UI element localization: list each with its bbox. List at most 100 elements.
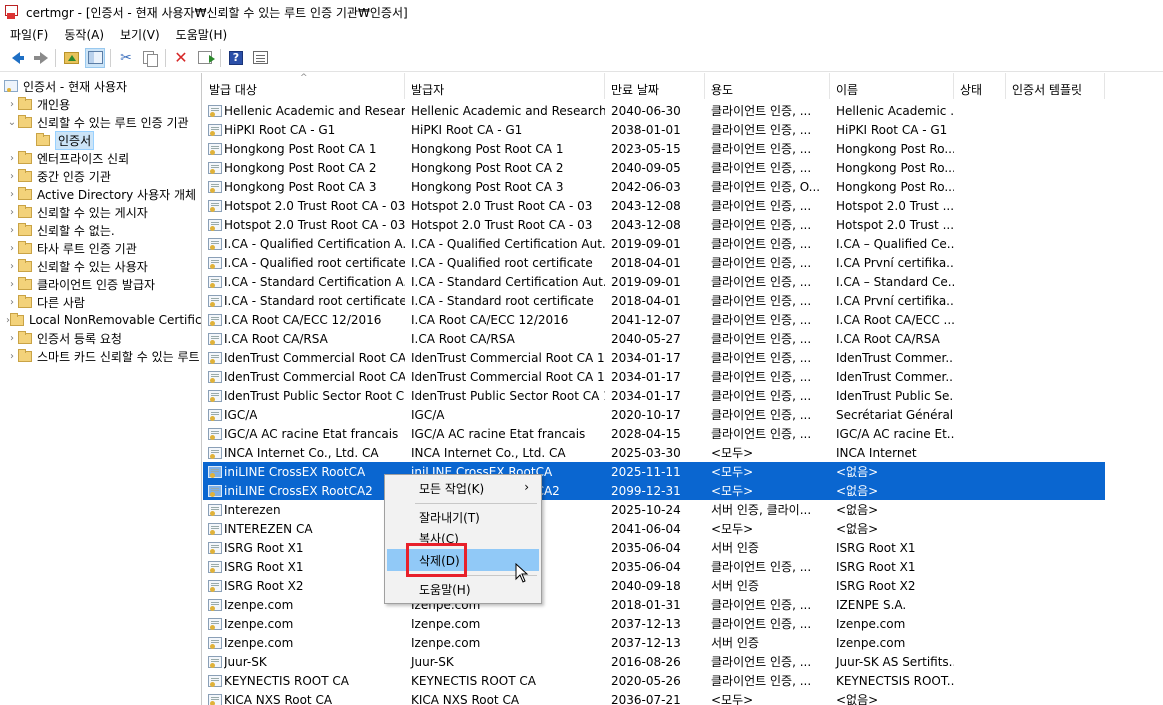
- chevron-right-icon[interactable]: ›: [6, 351, 18, 362]
- title-bar: certmgr - [인증서 - 현재 사용자₩신뢰할 수 있는 루트 인증 기…: [0, 0, 1163, 24]
- table-row[interactable]: InterezenInterezen2025-10-24서버 인증, 클라이..…: [203, 500, 1105, 519]
- folder-icon: [10, 312, 24, 326]
- column-template[interactable]: 인증서 템플릿: [1006, 73, 1105, 99]
- chevron-right-icon[interactable]: ›: [6, 261, 18, 272]
- menu-item-cut[interactable]: 잘라내기(T): [387, 506, 539, 528]
- cell-expiration: 2020-10-17: [611, 407, 681, 422]
- table-row[interactable]: Juur-SK Juur-SK 2016-08-26 클라이언트 인증, ... Juu…: [203, 652, 1105, 671]
- column-status[interactable]: 상태: [954, 73, 1006, 99]
- cell-purposes: <모두>: [711, 693, 754, 705]
- table-row[interactable]: Hotspot 2.0 Trust Root CA - 03 Hotspot 2.…: [203, 215, 1105, 234]
- column-expiration[interactable]: 만료 날짜: [605, 73, 705, 99]
- table-row[interactable]: I.CA Root CA/RSA I.CA Root CA/RSA 2040-05-…: [203, 329, 1105, 348]
- table-row[interactable]: Izenpe.com Izenpe.com 2037-12-13 서버 인증 Izenp…: [203, 633, 1105, 652]
- table-row[interactable]: Izenpe.com Izenpe.com 2018-01-31 클라이언트 인증, …: [203, 595, 1105, 614]
- column-friendly-name[interactable]: 이름: [830, 73, 954, 99]
- tree-item-intermediate[interactable]: › 중간 인증 기관: [6, 167, 201, 185]
- certificate-icon: [208, 427, 222, 440]
- console-tree[interactable]: 인증서 - 현재 사용자 › 개인용 ⌄ 신뢰할 수 있는 루트 인증 기관 인…: [0, 73, 202, 705]
- tree-item-certificates[interactable]: 인증서: [30, 130, 201, 150]
- table-row[interactable]: iniLINE CrossEX RootCA iniLINE CrossEX Ro…: [203, 462, 1105, 481]
- chevron-right-icon[interactable]: ›: [6, 171, 18, 182]
- menu-view[interactable]: 보기(V): [112, 26, 168, 43]
- forward-button[interactable]: [30, 48, 50, 68]
- delete-icon: ✕: [174, 47, 188, 67]
- delete-button[interactable]: ✕: [171, 48, 191, 68]
- table-row[interactable]: I.CA Root CA/ECC 12/2016 I.CA Root CA/ECC…: [203, 310, 1105, 329]
- table-row[interactable]: iniLINE CrossEX RootCA2iniLINE CrossEX R…: [203, 481, 1105, 500]
- table-row[interactable]: Hotspot 2.0 Trust Root CA - 03 Hotspot 2.…: [203, 196, 1105, 215]
- properties-button[interactable]: [250, 48, 270, 68]
- submenu-arrow-icon: ›: [524, 480, 529, 494]
- table-row[interactable]: ISRG Root X1ISRG Root X12035-06-04서버 인증I…: [203, 538, 1105, 557]
- chevron-right-icon[interactable]: ›: [6, 189, 18, 200]
- table-row[interactable]: IdenTrust Public Sector Root C... IdenTru…: [203, 386, 1105, 405]
- column-purposes[interactable]: 용도: [705, 73, 830, 99]
- table-row[interactable]: IGC/A IGC/A 2020-10-17 클라이언트 인증, ... Secréta…: [203, 405, 1105, 424]
- cell-issued-by: INCA Internet Co., Ltd. CA: [411, 445, 566, 460]
- table-row[interactable]: ISRG Root X1 ISRG Root X1 2035-06-04 클라이언트 …: [203, 557, 1105, 576]
- menu-item-all-tasks[interactable]: 모든 작업(K) ›: [387, 477, 539, 499]
- table-row[interactable]: Hellenic Academic and Research... Helleni…: [203, 101, 1105, 120]
- chevron-down-icon[interactable]: ⌄: [6, 117, 18, 128]
- menu-file[interactable]: 파일(F): [0, 26, 56, 43]
- table-row[interactable]: Hongkong Post Root CA 2 Hongkong Post Roo…: [203, 158, 1105, 177]
- cell-purposes: 클라이언트 인증, ...: [711, 655, 812, 669]
- copy-button[interactable]: [140, 48, 160, 68]
- tree-item-trusted-people[interactable]: › 신뢰할 수 있는 사용자: [6, 257, 201, 275]
- tree-item-trusted-publishers[interactable]: › 신뢰할 수 있는 게시자: [6, 203, 201, 221]
- table-row[interactable]: I.CA - Qualified root certificate I.CA - …: [203, 253, 1105, 272]
- up-one-level-button[interactable]: [61, 48, 81, 68]
- tree-item-client-auth-issuers[interactable]: › 클라이언트 인증 발급자: [6, 275, 201, 293]
- tree-item-trusted-root[interactable]: ⌄ 신뢰할 수 있는 루트 인증 기관: [6, 113, 201, 131]
- table-row[interactable]: IGC/A AC racine Etat francais IGC/A AC ra…: [203, 424, 1105, 443]
- table-row[interactable]: KEYNECTIS ROOT CA KEYNECTIS ROOT CA 2020-0…: [203, 671, 1105, 690]
- show-hide-tree-button[interactable]: [85, 47, 105, 68]
- chevron-right-icon[interactable]: ›: [6, 297, 18, 308]
- cell-issued-by: Izenpe.com: [411, 635, 481, 650]
- export-list-button[interactable]: [195, 48, 215, 68]
- menu-item-copy[interactable]: 복사(C): [387, 527, 539, 549]
- cell-issued-to: iniLINE CrossEX RootCA: [203, 465, 405, 479]
- table-row[interactable]: Hongkong Post Root CA 1 Hongkong Post Roo…: [203, 139, 1105, 158]
- column-issued-to[interactable]: ^ 발급 대상: [203, 73, 405, 99]
- chevron-right-icon[interactable]: ›: [6, 243, 18, 254]
- table-row[interactable]: I.CA - Standard Certification A... I.CA -…: [203, 272, 1105, 291]
- tree-item-other-people[interactable]: › 다른 사람: [6, 293, 201, 311]
- chevron-right-icon[interactable]: ›: [6, 99, 18, 110]
- table-row[interactable]: I.CA - Standard root certificate I.CA - S…: [203, 291, 1105, 310]
- tree-item-smart-card-root[interactable]: › 스마트 카드 신뢰할 수 있는 루트: [6, 347, 201, 365]
- table-row[interactable]: IdenTrust Commercial Root CA... IdenTrust…: [203, 367, 1105, 386]
- table-row[interactable]: I.CA - Qualified Certification A... I.CA …: [203, 234, 1105, 253]
- chevron-right-icon[interactable]: ›: [6, 279, 18, 290]
- chevron-right-icon[interactable]: ›: [6, 153, 18, 164]
- table-row[interactable]: ISRG Root X2ISRG Root X22040-09-18서버 인증I…: [203, 576, 1105, 595]
- tree-item-personal[interactable]: › 개인용: [6, 95, 201, 113]
- tree-item-third-party-root[interactable]: › 타사 루트 인증 기관: [6, 239, 201, 257]
- tree-item-enterprise-trust[interactable]: › 엔터프라이즈 신뢰: [6, 149, 201, 167]
- table-row[interactable]: IdenTrust Commercial Root CA 1 IdenTrust …: [203, 348, 1105, 367]
- certificate-list[interactable]: ^ 발급 대상 발급자 만료 날짜 용도 이름 상태 인증서 템플릿 Helle…: [203, 73, 1163, 705]
- table-row[interactable]: Hongkong Post Root CA 3 Hongkong Post Roo…: [203, 177, 1105, 196]
- tree-item-local-nonremovable[interactable]: › Local NonRemovable Certificates: [6, 311, 201, 329]
- certificate-icon: [208, 351, 222, 364]
- tree-item-enrollment-requests[interactable]: › 인증서 등록 요청: [6, 329, 201, 347]
- tree-root[interactable]: 인증서 - 현재 사용자: [4, 77, 201, 95]
- table-row[interactable]: INCA Internet Co., Ltd. CA INCA Internet …: [203, 443, 1105, 462]
- back-button[interactable]: [6, 48, 26, 68]
- help-button[interactable]: ?: [226, 48, 246, 68]
- tree-item-active-directory[interactable]: › Active Directory 사용자 개체: [6, 185, 201, 203]
- table-row[interactable]: INTEREZEN CAINTEREZEN CA2041-06-04<모두><없…: [203, 519, 1105, 538]
- table-row[interactable]: HiPKI Root CA - G1 HiPKI Root CA - G1 2038…: [203, 120, 1105, 139]
- menu-help[interactable]: 도움말(H): [168, 26, 236, 43]
- column-issued-by[interactable]: 발급자: [405, 73, 605, 99]
- chevron-right-icon[interactable]: ›: [6, 225, 18, 236]
- cut-button[interactable]: ✂: [116, 48, 136, 68]
- menu-action[interactable]: 동작(A): [56, 26, 112, 43]
- chevron-right-icon[interactable]: ›: [6, 207, 18, 218]
- table-row[interactable]: KICA NXS Root CA KICA NXS Root CA 2036-07-…: [203, 690, 1105, 705]
- chevron-right-icon[interactable]: ›: [6, 333, 18, 344]
- tree-item-untrusted[interactable]: › 신뢰할 수 없는.: [6, 221, 201, 239]
- cell-expiration: 2034-01-17: [611, 350, 681, 365]
- table-row[interactable]: Izenpe.com Izenpe.com 2037-12-13 클라이언트 인증, …: [203, 614, 1105, 633]
